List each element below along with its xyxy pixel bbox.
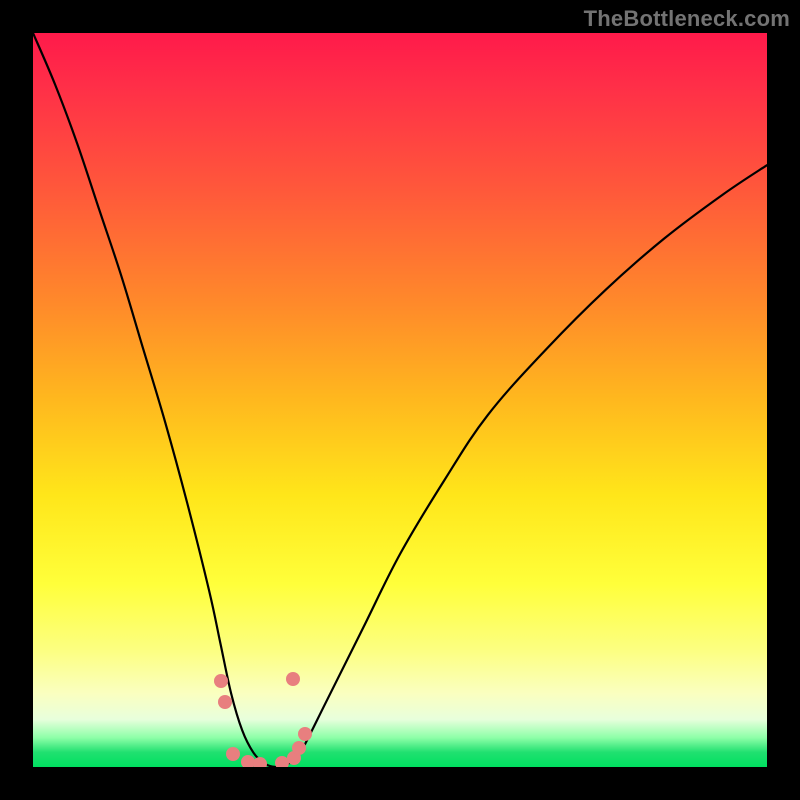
curve-marker — [218, 695, 232, 709]
curve-marker — [298, 727, 312, 741]
curve-marker — [286, 672, 300, 686]
curve-marker — [214, 674, 228, 688]
watermark-text: TheBottleneck.com — [584, 6, 790, 32]
plot-area — [33, 33, 767, 767]
curve-marker — [253, 757, 267, 767]
curve-marker — [226, 747, 240, 761]
marker-layer — [33, 33, 767, 767]
curve-marker — [292, 741, 306, 755]
chart-frame: TheBottleneck.com — [0, 0, 800, 800]
